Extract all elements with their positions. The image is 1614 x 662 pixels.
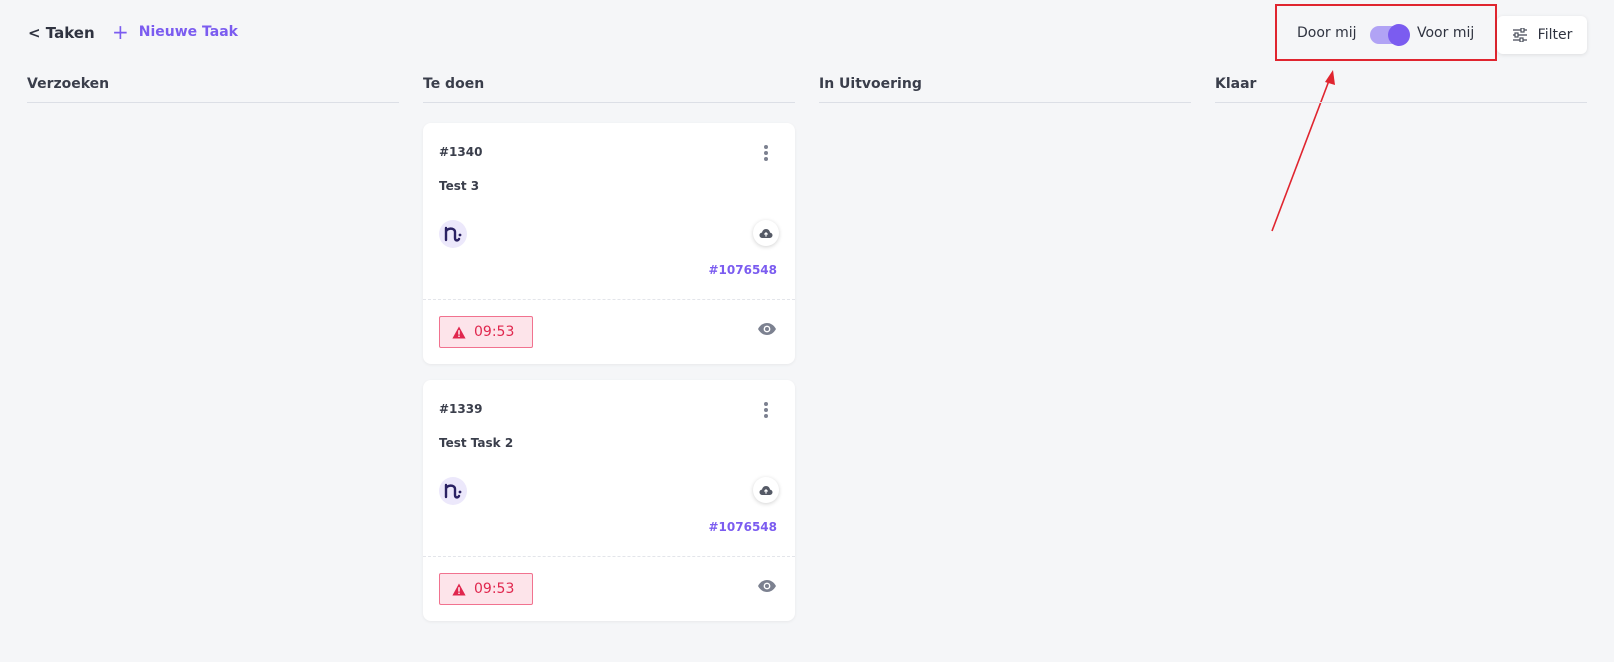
filter-label: Filter xyxy=(1537,27,1573,43)
vertical-dots-icon[interactable] xyxy=(761,143,771,163)
column-te-doen: Te doen xyxy=(423,76,795,103)
back-to-tasks-link[interactable]: < Taken xyxy=(28,24,95,42)
column-klaar: Klaar xyxy=(1215,76,1587,103)
task-card[interactable]: #1339 Test Task 2 #1076548 09:53 xyxy=(423,380,795,621)
filter-button[interactable]: Filter xyxy=(1497,16,1587,54)
top-bar: < Taken + Nieuwe Taak Door mij Voor mij … xyxy=(0,0,1614,70)
new-task-label: Nieuwe Taak xyxy=(138,24,238,40)
plus-icon: + xyxy=(112,20,129,44)
column-title: Klaar xyxy=(1215,76,1587,103)
column-title: In Uitvoering xyxy=(819,76,1191,103)
deadline-time: 09:53 xyxy=(474,581,515,597)
task-title: Test 3 xyxy=(439,179,480,193)
column-title: Te doen xyxy=(423,76,795,103)
eye-icon[interactable] xyxy=(757,322,777,336)
toggle-knob xyxy=(1388,24,1410,46)
warning-triangle-icon xyxy=(452,326,466,338)
reference-link[interactable]: #1076548 xyxy=(708,263,777,277)
column-title: Verzoeken xyxy=(27,76,399,103)
task-id: #1339 xyxy=(439,402,483,416)
deadline-badge: 09:53 xyxy=(439,316,533,348)
toggle-label-voor-mij: Voor mij xyxy=(1417,25,1475,41)
card-divider xyxy=(423,556,795,557)
task-title: Test Task 2 xyxy=(439,436,514,450)
card-divider xyxy=(423,299,795,300)
brand-logo-icon xyxy=(444,226,462,242)
new-task-button[interactable]: + Nieuwe Taak xyxy=(112,20,238,44)
reference-link[interactable]: #1076548 xyxy=(708,520,777,534)
cloud-upload-button[interactable] xyxy=(753,477,779,503)
column-in-uitvoering: In Uitvoering xyxy=(819,76,1191,103)
deadline-badge: 09:53 xyxy=(439,573,533,605)
task-card[interactable]: #1340 Test 3 #1076548 09:53 xyxy=(423,123,795,364)
cloud-upload-icon xyxy=(759,228,773,238)
brand-logo-icon xyxy=(444,483,462,499)
sliders-icon xyxy=(1512,28,1527,42)
cloud-upload-button[interactable] xyxy=(753,220,779,246)
vertical-dots-icon[interactable] xyxy=(761,400,771,420)
task-id: #1340 xyxy=(439,145,483,159)
avatar xyxy=(439,477,467,505)
warning-triangle-icon xyxy=(452,583,466,595)
eye-icon[interactable] xyxy=(757,579,777,593)
toggle-label-door-mij: Door mij xyxy=(1297,25,1357,41)
avatar xyxy=(439,220,467,248)
door-voor-toggle-switch[interactable] xyxy=(1370,24,1410,46)
deadline-time: 09:53 xyxy=(474,324,515,340)
column-verzoeken: Verzoeken xyxy=(27,76,399,103)
cloud-upload-icon xyxy=(759,485,773,495)
